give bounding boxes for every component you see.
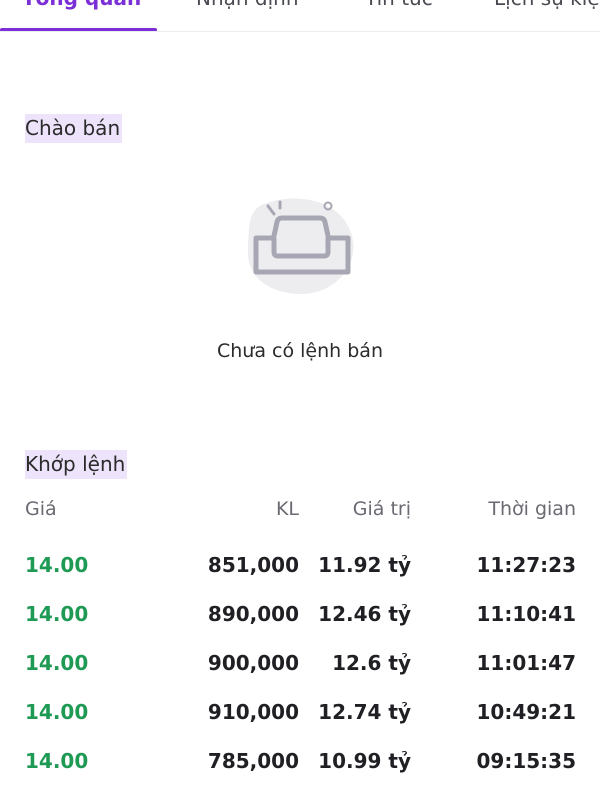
tab-news[interactable]: Tin tức xyxy=(365,0,433,16)
row-price: 14.00 xyxy=(25,749,89,773)
row-price: 14.00 xyxy=(25,553,89,577)
tab-bar: Tổng quan Nhận định Tin tức Lịch sự kiệ xyxy=(0,0,600,32)
empty-offers-message: Chưa có lệnh bán xyxy=(217,340,383,362)
header-price: Giá xyxy=(25,498,57,520)
row-price: 14.00 xyxy=(25,602,89,626)
row-price: 14.00 xyxy=(25,700,89,724)
offers-section-title: Chào bán xyxy=(25,114,123,143)
tab-overview[interactable]: Tổng quan xyxy=(22,0,141,16)
row-time: 10:49:21 xyxy=(476,700,577,724)
table-row: 14.00 910,000 12.74 tỷ 10:49:21 xyxy=(25,700,576,728)
header-time: Thời gian xyxy=(488,498,576,520)
row-value: 10.99 tỷ xyxy=(318,749,411,773)
matches-section-title: Khớp lệnh xyxy=(25,450,128,479)
row-time: 11:01:47 xyxy=(476,651,577,675)
row-value: 12.46 tỷ xyxy=(318,602,411,626)
table-header: Giá KL Giá trị Thời gian xyxy=(25,498,576,526)
stock-overview-page: Tổng quan Nhận định Tin tức Lịch sự kiệ … xyxy=(0,0,600,800)
table-row: 14.00 851,000 11.92 tỷ 11:27:23 xyxy=(25,553,576,581)
table-row: 14.00 900,000 12.6 tỷ 11:01:47 xyxy=(25,651,576,679)
row-volume: 785,000 xyxy=(207,749,299,773)
table-row: 14.00 785,000 10.99 tỷ 09:15:35 xyxy=(25,749,576,777)
row-volume: 890,000 xyxy=(207,602,299,626)
row-time: 11:27:23 xyxy=(476,553,577,577)
matched-orders-table: Giá KL Giá trị Thời gian 14.00 851,000 1… xyxy=(25,498,576,777)
row-value: 11.92 tỷ xyxy=(318,553,411,577)
row-price: 14.00 xyxy=(25,651,89,675)
row-time: 09:15:35 xyxy=(476,749,577,773)
empty-inbox-icon xyxy=(244,196,358,298)
table-row: 14.00 890,000 12.46 tỷ 11:10:41 xyxy=(25,602,576,630)
row-value: 12.74 tỷ xyxy=(318,700,411,724)
active-tab-indicator xyxy=(0,28,157,31)
row-value: 12.6 tỷ xyxy=(332,651,411,675)
row-time: 11:10:41 xyxy=(476,602,577,626)
row-volume: 910,000 xyxy=(207,700,299,724)
row-volume: 900,000 xyxy=(207,651,299,675)
tab-analysis[interactable]: Nhận định xyxy=(196,0,299,16)
row-volume: 851,000 xyxy=(207,553,299,577)
tab-events[interactable]: Lịch sự kiệ xyxy=(494,0,600,16)
header-volume: KL xyxy=(275,498,299,520)
header-value: Giá trị xyxy=(352,498,411,520)
